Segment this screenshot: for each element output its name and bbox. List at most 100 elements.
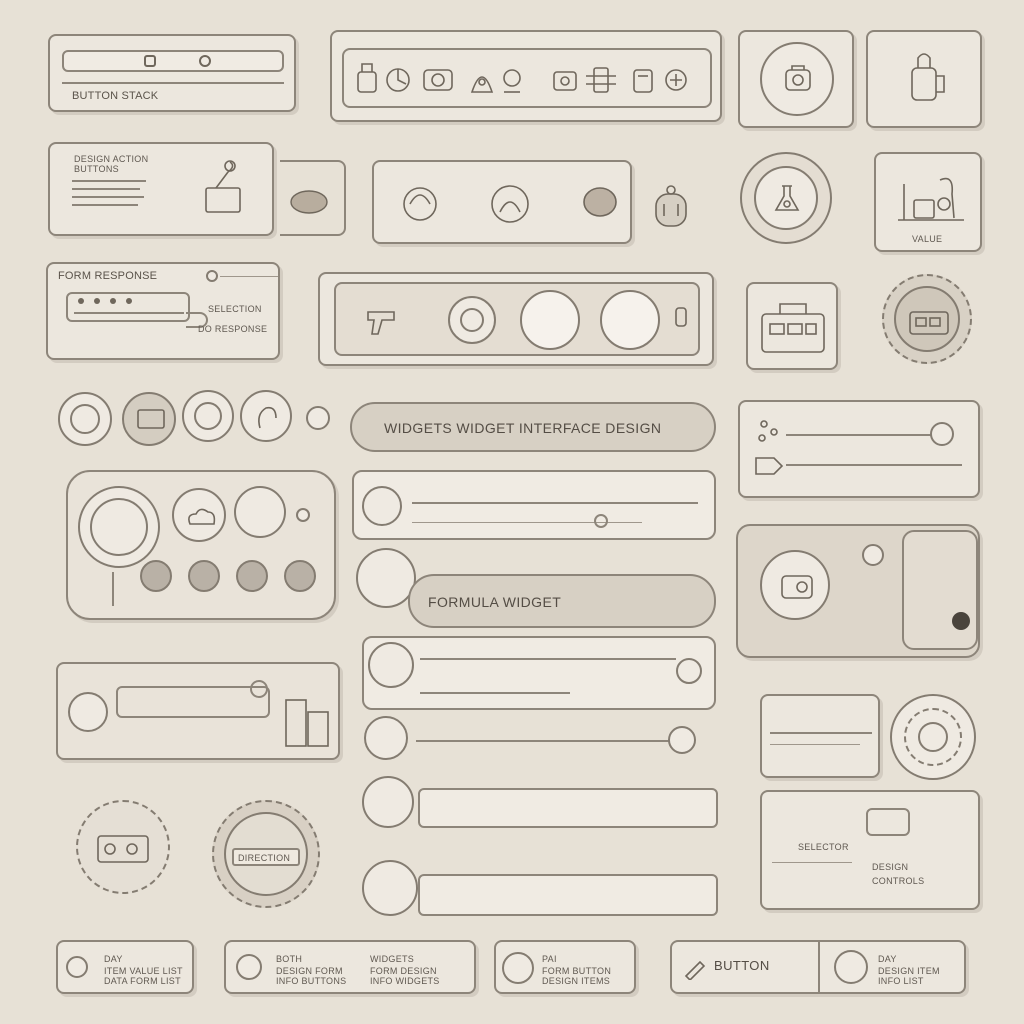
mouse-icon[interactable] [286,186,332,216]
dial-badge[interactable] [890,694,976,780]
gauge-pin[interactable] [296,508,310,522]
selector-box[interactable] [866,808,910,836]
list-item-4-line [416,740,670,742]
gauge-dial-3[interactable] [234,486,286,538]
flask-icon [774,185,800,211]
selector-sub-2: CONTROLS [872,876,925,886]
bottom-card-4[interactable]: BUTTON DAY DESIGN ITEM INFO LIST [670,940,966,994]
bottom-card-1[interactable]: DAY ITEM VALUE LIST DATA FORM LIST [56,940,194,994]
pistol-icon [367,311,395,335]
robot-icon[interactable] [642,182,700,232]
list-item-6-field[interactable] [418,874,718,916]
list-item-5[interactable] [362,774,718,836]
player-avatar[interactable] [68,692,108,732]
medallion-inner [754,166,818,230]
camera-icon [909,311,949,335]
round-button-3-inner [194,402,222,430]
response-slider[interactable] [66,292,190,322]
round-button-1-inner [70,404,100,434]
search-pill[interactable]: WIDGETS WIDGET INTERFACE DESIGN [350,402,716,452]
text-line [72,188,140,190]
bottom-card-3-title: PAI [542,954,557,964]
dial-knob-3[interactable] [236,560,268,592]
device-dot[interactable] [862,544,884,566]
slider-knob-1[interactable] [930,422,954,446]
cloud-icon [188,508,216,525]
seal-badge-2[interactable]: DIRECTION [212,800,320,908]
gauge-dial[interactable] [78,486,160,568]
list-item-3[interactable] [362,636,716,710]
list-item-2[interactable]: FORMULA WIDGET [356,548,716,630]
bottom-card-2[interactable]: BOTH DESIGN FORM INFO BUTTONS WIDGETS FO… [224,940,476,994]
dot [126,298,132,304]
round-button-1[interactable] [58,392,112,446]
device-button[interactable] [952,612,970,630]
compass-badge[interactable] [760,42,834,116]
control-line-1 [770,732,872,734]
slider-handle[interactable] [144,55,156,67]
side-tab [280,160,346,236]
dial-knob-2[interactable] [188,560,220,592]
seal-badge-1[interactable] [76,800,170,894]
dial-stem [112,572,114,606]
list-item-6[interactable] [362,852,718,924]
design-action-title: DESIGN ACTION [74,154,149,164]
list-item-1-line [412,502,698,504]
selector-sub: DESIGN [872,862,909,872]
sun-badge-inner [894,286,960,352]
bottom-card-4-line1: DESIGN ITEM [878,966,940,976]
bottom-card-4-avatar [834,950,868,984]
gauge-dial-2[interactable] [172,488,226,542]
list-item-4-toggle[interactable] [668,726,696,754]
dial-knob-4[interactable] [284,560,316,592]
bottom-card-3-icon [502,952,534,984]
player-knob[interactable] [250,680,268,698]
dial-knob-1[interactable] [140,560,172,592]
lock-button[interactable] [306,406,330,430]
list-item-2-pill[interactable]: FORMULA WIDGET [408,574,716,628]
list-item-3-sub [420,692,570,694]
device-badge[interactable] [760,550,830,620]
monitor-icon [137,409,165,429]
pin-icon [675,307,687,327]
list-item-4-avatar [364,716,408,760]
list-item-3-toggle[interactable] [676,658,702,684]
dot [78,298,84,304]
seal-badge-2-inner: DIRECTION [224,812,308,896]
list-item-2-avatar [356,548,416,608]
bottom-card-3-line2: DESIGN ITEMS [542,976,611,986]
tool-icons-card [330,30,722,122]
bottom-card-4-divider [818,942,820,992]
badge-1[interactable] [448,296,496,344]
text-line [72,204,138,206]
bottom-card-1-line1: ITEM VALUE LIST [104,966,183,976]
list-item-1[interactable] [352,470,716,540]
list-item-4[interactable] [362,712,716,768]
dot [94,298,100,304]
round-button-4[interactable] [240,390,292,442]
round-button-3[interactable] [182,390,234,442]
list-item-6-avatar [362,860,418,916]
bottom-card-4-line2: INFO LIST [878,976,924,986]
slider-line-1[interactable] [786,434,932,436]
slider-track[interactable] [62,50,284,72]
dial-badge-core [918,722,948,752]
radio-icon [781,575,813,599]
bottom-card-3[interactable]: PAI FORM BUTTON DESIGN ITEMS [494,940,636,994]
selector-label: SELECTOR [798,842,849,852]
medallion-badge[interactable] [740,152,832,244]
info-dot[interactable] [206,270,218,282]
sun-badge[interactable] [882,274,972,364]
badge-3[interactable] [600,290,660,350]
list-item-2-text: FORMULA WIDGET [428,594,562,610]
badge-2[interactable] [520,290,580,350]
tag-icon [755,457,784,475]
button-stack-card: BUTTON STACK [48,34,296,112]
bottom-card-2-line2: INFO BUTTONS [276,976,347,986]
player-track[interactable] [116,686,270,718]
round-button-2[interactable] [122,392,176,446]
slider-card [738,400,980,498]
slider-line-2[interactable] [786,464,962,466]
list-item-5-field[interactable] [418,788,718,828]
toggle-knob[interactable] [199,55,211,67]
